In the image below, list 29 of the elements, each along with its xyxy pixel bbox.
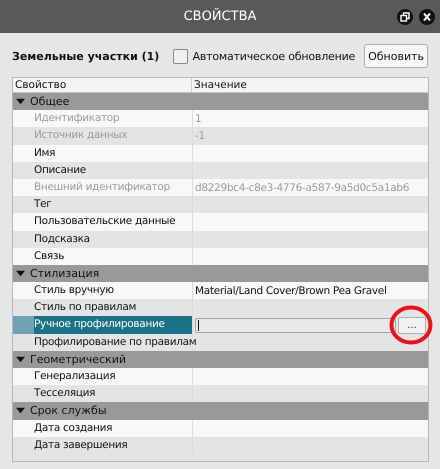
property-value: Material/Land Cover/Brown Pea Gravel	[195, 284, 387, 297]
column-header[interactable]: Значение	[192, 78, 428, 92]
property-value: 1	[195, 112, 202, 125]
checkbox[interactable]	[172, 48, 188, 64]
checkbox-label: Автоматическое обновление	[192, 50, 356, 62]
input-field[interactable]	[195, 318, 396, 333]
group-label: Стилизация	[30, 266, 100, 280]
group-row[interactable]: Общее	[13, 93, 428, 110]
group-row[interactable]: Стилизация	[13, 264, 428, 282]
property-value: d8229bc4-c8e3-4776-a587-9a5d0c5a1ab6	[195, 182, 410, 194]
refresh-button[interactable]: Обновить	[364, 44, 428, 68]
collapse-arrow-icon[interactable]	[16, 268, 25, 278]
property-value: -1	[195, 130, 205, 142]
group-row[interactable]: Геометрический	[13, 350, 428, 368]
group-label: Геометрический	[30, 352, 126, 366]
window-title: СВОЙСТВА	[184, 9, 256, 24]
group-label: Срок службы	[30, 404, 107, 418]
panel-title: Земельные участки (1)	[12, 50, 160, 62]
collapse-arrow-icon[interactable]	[16, 354, 25, 364]
close-icon[interactable]	[419, 9, 435, 25]
collapse-arrow-icon[interactable]	[16, 406, 25, 416]
restore-icon[interactable]	[397, 9, 413, 25]
group-row[interactable]: Срок службы	[13, 402, 428, 420]
browse-button[interactable]: ...	[398, 316, 426, 334]
property-name[interactable]: Ручное профилирование	[34, 316, 193, 334]
group-label: Общее	[30, 95, 70, 108]
collapse-arrow-icon[interactable]	[16, 97, 25, 106]
column-header[interactable]: Свойство	[13, 78, 192, 92]
property-name[interactable]: Дата завершения	[34, 436, 193, 454]
